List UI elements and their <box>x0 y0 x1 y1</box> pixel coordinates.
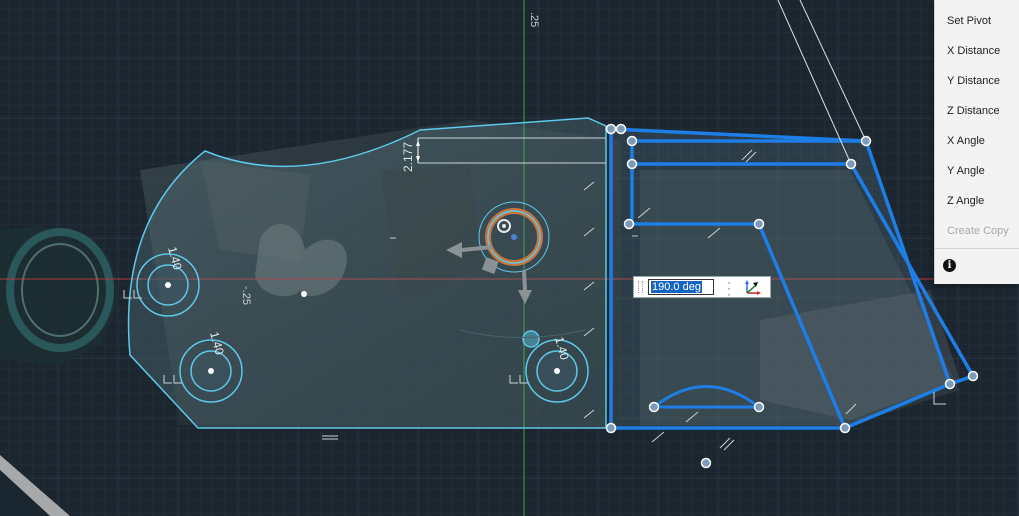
menu-separator <box>935 248 1019 249</box>
axis-triad-icon[interactable] <box>744 279 762 295</box>
info-icon[interactable]: i <box>943 259 956 272</box>
dimension-top[interactable]: .25 <box>528 12 540 27</box>
menu-item-create-copy: Create Copy <box>947 225 1009 237</box>
more-options-icon[interactable]: · · · <box>727 276 733 300</box>
menu-item-y-angle[interactable]: Y Angle <box>935 150 1019 180</box>
menu-item-set-pivot[interactable]: Set Pivot <box>935 0 1019 30</box>
design-viewport[interactable]: 2.177 .25 -.25 1.40 1.40 1.40 <box>0 0 1019 516</box>
center-point[interactable] <box>301 291 307 297</box>
angle-value-input[interactable]: 190.0 deg <box>648 279 714 295</box>
dimension-center[interactable]: -.25 <box>240 286 252 305</box>
angle-input-box: 190.0 deg · · · <box>633 276 771 300</box>
menu-item-x-angle[interactable]: X Angle <box>935 120 1019 150</box>
context-menu: Set Pivot X Distance Y Distance Z Distan… <box>934 0 1019 284</box>
menu-item-y-distance[interactable]: Y Distance <box>935 60 1019 90</box>
drag-grip-icon[interactable] <box>638 281 643 293</box>
angle-value-text: 190.0 deg <box>651 281 702 293</box>
menu-item-z-distance[interactable]: Z Distance <box>935 90 1019 120</box>
menu-item-x-distance[interactable]: X Distance <box>935 30 1019 60</box>
dimension-2177[interactable]: 2.177 <box>401 142 415 172</box>
menu-item-z-angle[interactable]: Z Angle <box>935 180 1019 210</box>
